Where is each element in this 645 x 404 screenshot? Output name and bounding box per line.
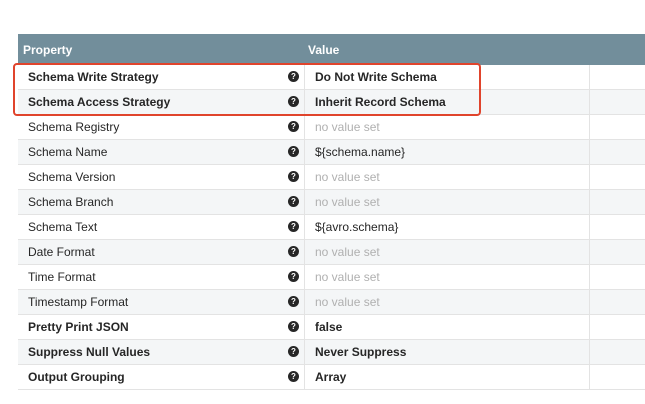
column-divider: [589, 340, 590, 364]
column-divider: [304, 165, 305, 189]
table-header: Property Value: [18, 34, 645, 65]
column-divider: [589, 140, 590, 164]
header-value[interactable]: Value: [308, 43, 339, 57]
property-value[interactable]: no value set: [315, 170, 380, 184]
help-icon[interactable]: ?: [288, 346, 299, 357]
property-name: Schema Branch: [28, 195, 114, 209]
property-value[interactable]: no value set: [315, 245, 380, 259]
table-row[interactable]: Schema Registry? no value set: [18, 115, 645, 140]
table-row[interactable]: Date Format? no value set: [18, 240, 645, 265]
help-icon[interactable]: ?: [288, 96, 299, 107]
column-divider: [304, 290, 305, 314]
table-row[interactable]: Schema Branch? no value set: [18, 190, 645, 215]
column-divider: [304, 265, 305, 289]
column-divider: [589, 365, 590, 389]
column-divider: [304, 215, 305, 239]
table-row[interactable]: Pretty Print JSON? false: [18, 315, 645, 340]
property-value[interactable]: Do Not Write Schema: [315, 70, 437, 84]
table-row[interactable]: Output Grouping? Array: [18, 365, 645, 390]
property-value[interactable]: no value set: [315, 295, 380, 309]
property-name: Schema Version: [28, 170, 116, 184]
help-icon[interactable]: ?: [288, 296, 299, 307]
table-row[interactable]: Suppress Null Values? Never Suppress: [18, 340, 645, 365]
help-icon[interactable]: ?: [288, 246, 299, 257]
column-divider: [304, 365, 305, 389]
column-divider: [589, 65, 590, 89]
help-icon[interactable]: ?: [288, 321, 299, 332]
column-divider: [589, 240, 590, 264]
column-divider: [304, 240, 305, 264]
column-divider: [589, 315, 590, 339]
column-divider: [589, 215, 590, 239]
column-divider: [304, 190, 305, 214]
property-name: Schema Name: [28, 145, 108, 159]
column-divider: [304, 315, 305, 339]
property-value[interactable]: Array: [315, 370, 346, 384]
column-divider: [304, 340, 305, 364]
column-divider: [589, 265, 590, 289]
property-value[interactable]: ${schema.name}: [315, 145, 405, 159]
help-icon[interactable]: ?: [288, 196, 299, 207]
help-icon[interactable]: ?: [288, 171, 299, 182]
property-name: Schema Write Strategy: [28, 70, 159, 84]
property-name: Schema Text: [28, 220, 98, 234]
help-icon[interactable]: ?: [288, 71, 299, 82]
property-name: Time Format: [28, 270, 96, 284]
help-icon[interactable]: ?: [288, 371, 299, 382]
property-value[interactable]: no value set: [315, 270, 380, 284]
column-divider: [589, 290, 590, 314]
header-property[interactable]: Property: [23, 43, 72, 57]
property-name: Date Format: [28, 245, 95, 259]
help-icon[interactable]: ?: [288, 221, 299, 232]
column-divider: [304, 115, 305, 139]
table-row[interactable]: Schema Access Strategy? Inherit Record Sc…: [18, 90, 645, 115]
help-icon[interactable]: ?: [288, 146, 299, 157]
column-divider: [304, 140, 305, 164]
help-icon[interactable]: ?: [288, 121, 299, 132]
help-icon[interactable]: ?: [288, 271, 299, 282]
property-value[interactable]: no value set: [315, 120, 380, 134]
column-divider: [589, 190, 590, 214]
property-name: Schema Access Strategy: [28, 95, 171, 109]
column-divider: [304, 90, 305, 114]
property-value[interactable]: Inherit Record Schema: [315, 95, 446, 109]
property-name: Timestamp Format: [28, 295, 129, 309]
table-row[interactable]: Timestamp Format? no value set: [18, 290, 645, 315]
property-value[interactable]: Never Suppress: [315, 345, 406, 359]
property-name: Suppress Null Values: [28, 345, 151, 359]
property-value[interactable]: no value set: [315, 195, 380, 209]
column-divider: [589, 165, 590, 189]
table-row[interactable]: Schema Version? no value set: [18, 165, 645, 190]
table-row[interactable]: Time Format? no value set: [18, 265, 645, 290]
column-divider: [589, 115, 590, 139]
property-name: Pretty Print JSON: [28, 320, 129, 334]
property-name: Output Grouping: [28, 370, 125, 384]
column-divider: [589, 90, 590, 114]
table-row[interactable]: Schema Write Strategy? Do Not Write Schem…: [18, 65, 645, 90]
table-row[interactable]: Schema Name? ${schema.name}: [18, 140, 645, 165]
table-row[interactable]: Schema Text? ${avro.schema}: [18, 215, 645, 240]
property-value[interactable]: ${avro.schema}: [315, 220, 398, 234]
properties-table: Property Value Schema Write Strategy? Do …: [18, 34, 645, 390]
property-name: Schema Registry: [28, 120, 120, 134]
table-body: Schema Write Strategy? Do Not Write Schem…: [18, 65, 645, 390]
property-value[interactable]: false: [315, 320, 342, 334]
column-divider: [304, 65, 305, 89]
